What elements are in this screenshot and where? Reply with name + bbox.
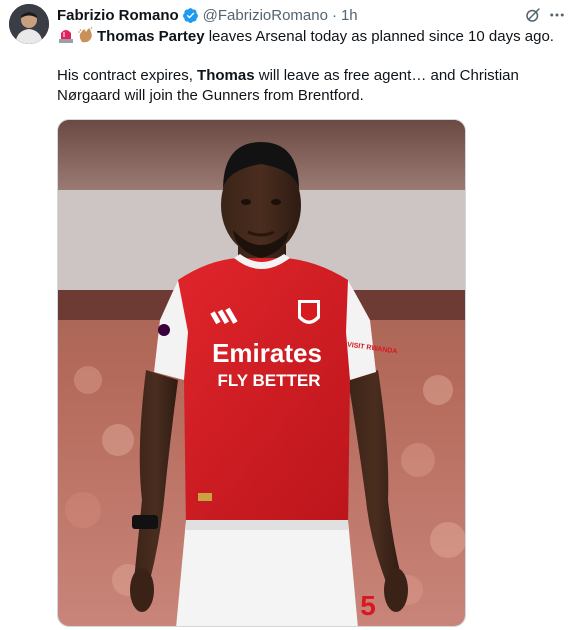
sponsor-text-line1: Emirates xyxy=(212,338,322,368)
sponsor-text-line2: FLY BETTER xyxy=(218,371,321,390)
author-name[interactable]: Fabrizio Romano xyxy=(57,7,179,24)
tweet-text-paragraph: His contract expires, Thomas will leave … xyxy=(57,66,557,106)
verified-badge-icon xyxy=(182,7,199,24)
para2-part1: His contract expires, xyxy=(57,67,198,84)
line1-rest: leaves Arsenal today as planned since 10… xyxy=(204,28,554,45)
grok-icon[interactable] xyxy=(524,6,542,24)
mention-thomas-partey: Thomas Partey xyxy=(97,28,205,45)
tweet-header: Fabrizio Romano @FabrizioRomano · 1h xyxy=(57,4,540,26)
clap-emoji xyxy=(77,26,95,44)
author-handle[interactable]: @FabrizioRomano xyxy=(203,7,328,24)
tweet-text-line1: Thomas Partey leaves Arsenal today as pl… xyxy=(57,26,570,47)
siren-emoji xyxy=(57,26,75,44)
shorts-number: 5 xyxy=(360,590,376,621)
more-icon[interactable] xyxy=(546,4,568,26)
separator-dot: · xyxy=(331,6,337,24)
mention-thomas: Thomas xyxy=(197,67,255,84)
avatar[interactable] xyxy=(9,4,49,44)
tweet-photo[interactable]: Emirates FLY BETTER VISIT RWANDA 5 xyxy=(57,119,466,627)
timestamp[interactable]: 1h xyxy=(341,7,358,24)
